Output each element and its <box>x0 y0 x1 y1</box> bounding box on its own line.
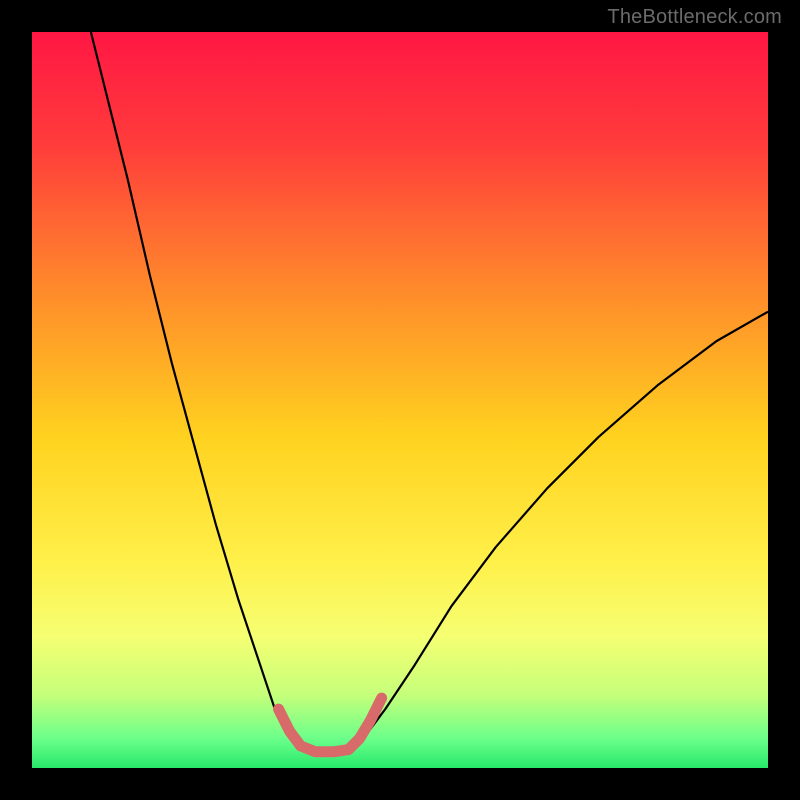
watermark-text: TheBottleneck.com <box>607 6 782 29</box>
chart-svg <box>32 32 768 768</box>
plot-area <box>32 32 768 768</box>
gradient-background <box>32 32 768 768</box>
chart-frame: TheBottleneck.com <box>0 0 800 800</box>
